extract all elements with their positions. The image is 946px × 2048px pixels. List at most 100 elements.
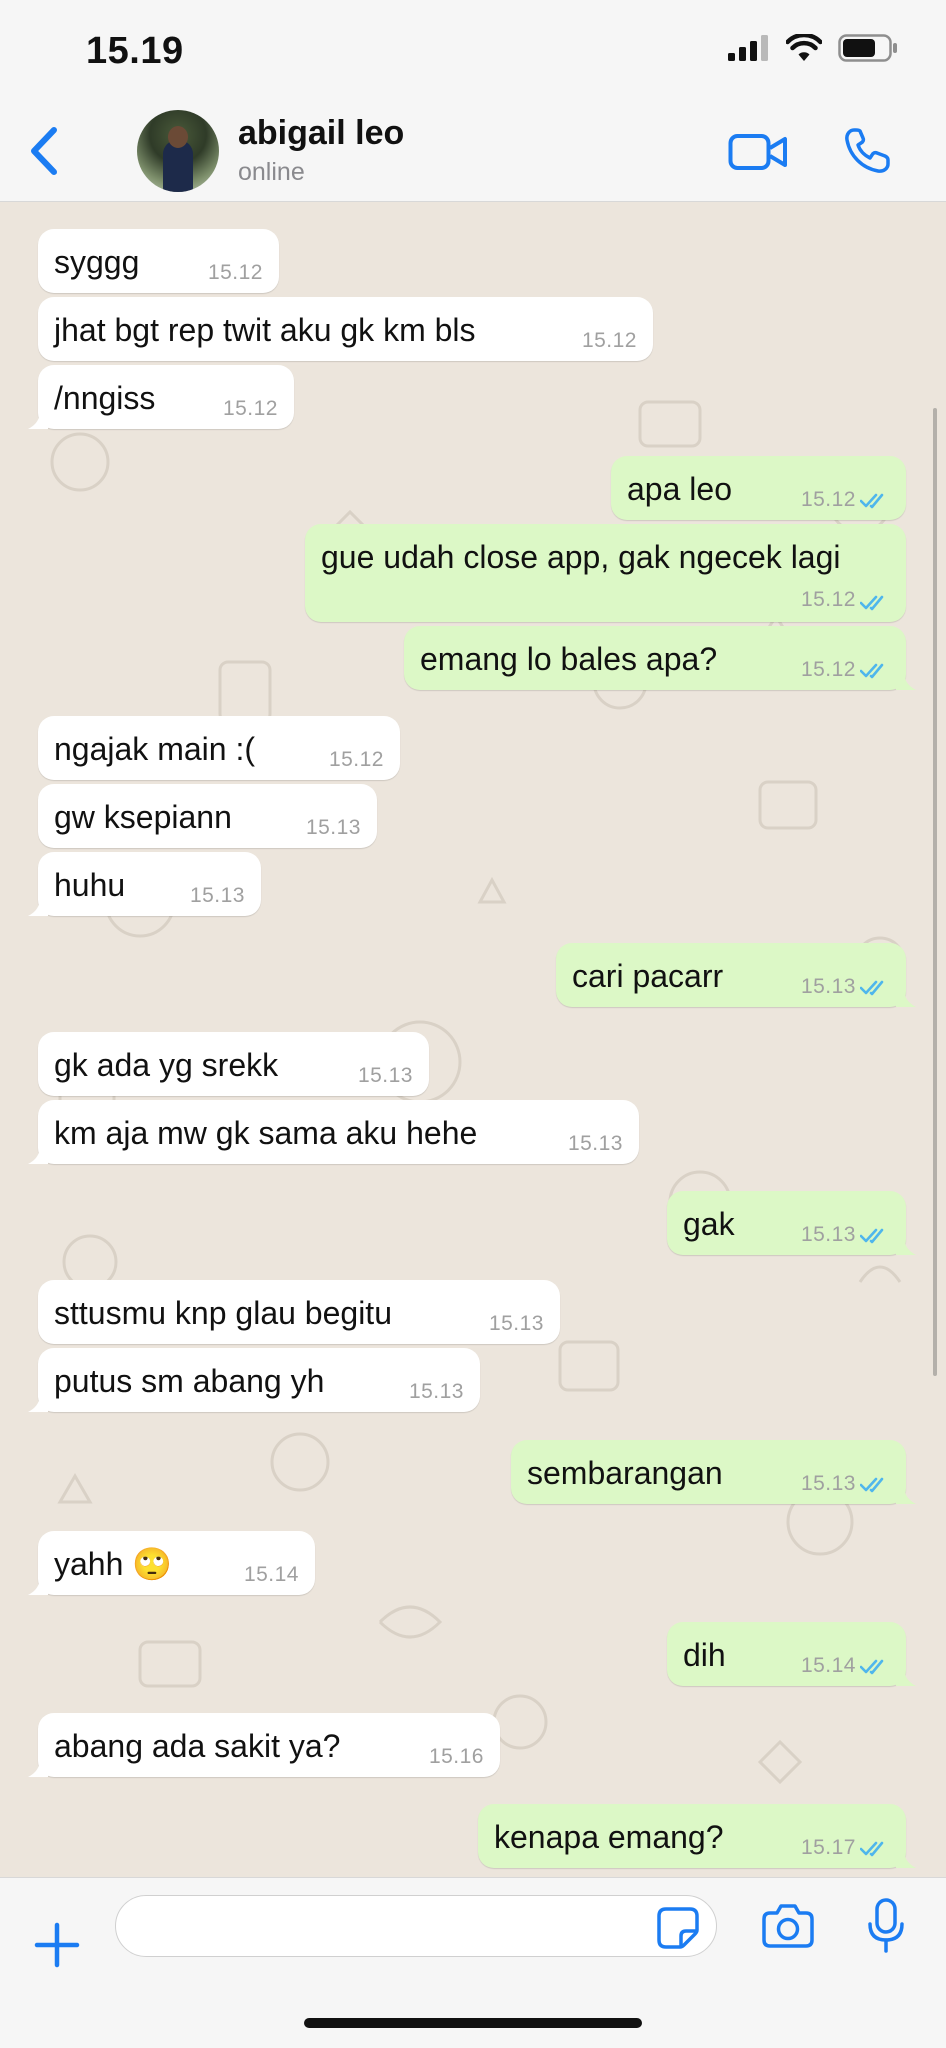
bubble-tail bbox=[896, 1237, 916, 1255]
message-outgoing[interactable]: emang lo bales apa? 15.12 bbox=[404, 626, 916, 690]
sticker-icon[interactable] bbox=[656, 1906, 700, 1950]
status-time: 15.19 bbox=[86, 30, 184, 72]
chat-area[interactable]: syggg 15.12 jhat bgt rep twit aku gk km … bbox=[0, 202, 946, 1877]
message-time: 15.14 bbox=[243, 1562, 299, 1586]
avatar[interactable] bbox=[137, 110, 219, 192]
bubble-tail bbox=[28, 898, 48, 916]
read-receipt-icon bbox=[860, 663, 884, 679]
message-time: 15.14 bbox=[800, 1653, 856, 1677]
bubble-tail bbox=[896, 1486, 916, 1504]
message-time: 15.12 bbox=[328, 747, 384, 771]
battery-icon bbox=[838, 34, 897, 62]
message-time: 15.13 bbox=[800, 1222, 856, 1246]
message-incoming[interactable]: ngajak main :( 15.12 bbox=[38, 716, 400, 780]
message-text: yahh 🙄 bbox=[54, 1546, 173, 1582]
message-time: 15.13 bbox=[800, 974, 856, 998]
chat-scrollbar[interactable] bbox=[933, 408, 937, 1376]
message-incoming[interactable]: yahh 🙄 15.14 bbox=[28, 1531, 315, 1595]
chevron-left-icon[interactable] bbox=[24, 124, 64, 178]
message-incoming[interactable]: /nngiss 15.12 bbox=[28, 365, 294, 429]
message-time: 15.17 bbox=[800, 1835, 856, 1859]
status-icons bbox=[728, 34, 898, 62]
plus-icon[interactable] bbox=[34, 1922, 80, 1968]
message-text: dih bbox=[683, 1637, 726, 1673]
bubble-tail bbox=[28, 1759, 48, 1777]
bubble-tail bbox=[896, 1668, 916, 1686]
bubble-tail bbox=[28, 1146, 48, 1164]
home-indicator[interactable] bbox=[304, 2018, 642, 2028]
message-text: /nngiss bbox=[54, 380, 156, 416]
message-text: huhu bbox=[54, 867, 126, 903]
message-text: putus sm abang yh bbox=[54, 1363, 325, 1399]
message-text: abang ada sakit ya? bbox=[54, 1728, 341, 1764]
message-incoming[interactable]: syggg 15.12 bbox=[38, 229, 279, 293]
message-time: 15.12 bbox=[800, 657, 856, 681]
message-time: 15.12 bbox=[800, 587, 856, 611]
bubble-tail bbox=[28, 1394, 48, 1412]
message-outgoing[interactable]: cari pacarr 15.13 bbox=[556, 943, 916, 1007]
message-text: gw ksepiann bbox=[54, 799, 232, 835]
message-text: ngajak main :( bbox=[54, 731, 255, 767]
microphone-icon[interactable] bbox=[866, 1898, 906, 1954]
message-text: sttusmu knp glau begitu bbox=[54, 1295, 392, 1331]
message-time: 15.13 bbox=[488, 1311, 544, 1335]
phone-icon[interactable] bbox=[842, 126, 892, 176]
message-text: km aja mw gk sama aku hehe bbox=[54, 1115, 478, 1151]
message-input[interactable] bbox=[115, 1895, 717, 1957]
message-incoming[interactable]: abang ada sakit ya? 15.16 bbox=[28, 1713, 500, 1777]
message-outgoing[interactable]: sembarangan 15.13 bbox=[511, 1440, 916, 1504]
message-input-bar bbox=[0, 1877, 946, 2048]
message-time: 15.12 bbox=[800, 487, 856, 511]
read-receipt-icon bbox=[860, 1228, 884, 1244]
message-time: 15.13 bbox=[305, 815, 361, 839]
read-receipt-icon bbox=[860, 493, 884, 509]
wifi-icon bbox=[786, 34, 822, 61]
message-text: kenapa emang? bbox=[494, 1819, 724, 1855]
avatar-head bbox=[168, 126, 188, 148]
read-receipt-icon bbox=[860, 1659, 884, 1675]
read-receipt-icon bbox=[860, 595, 884, 611]
read-receipt-icon bbox=[860, 1841, 884, 1857]
message-outgoing[interactable]: gak 15.13 bbox=[667, 1191, 916, 1255]
message-incoming[interactable]: gk ada yg srekk 15.13 bbox=[38, 1032, 429, 1096]
message-incoming[interactable]: gw ksepiann 15.13 bbox=[38, 784, 377, 848]
message-time: 15.13 bbox=[357, 1063, 413, 1087]
message-outgoing[interactable]: dih 15.14 bbox=[667, 1622, 916, 1686]
camera-icon[interactable] bbox=[762, 1902, 814, 1948]
message-time: 15.16 bbox=[428, 1744, 484, 1768]
cellular-signal-icon bbox=[728, 35, 768, 61]
message-text: syggg bbox=[54, 244, 140, 280]
message-outgoing[interactable]: gue udah close app, gak ngecek lagi 15.1… bbox=[305, 524, 906, 622]
video-camera-icon[interactable] bbox=[728, 132, 788, 172]
bubble-tail bbox=[28, 411, 48, 429]
message-text: emang lo bales apa? bbox=[420, 641, 718, 677]
message-incoming[interactable]: huhu 15.13 bbox=[28, 852, 261, 916]
message-incoming[interactable]: putus sm abang yh 15.13 bbox=[28, 1348, 480, 1412]
message-incoming[interactable]: jhat bgt rep twit aku gk km bls 15.12 bbox=[38, 297, 653, 361]
message-text: gk ada yg srekk bbox=[54, 1047, 279, 1083]
message-text: cari pacarr bbox=[572, 958, 724, 994]
message-time: 15.13 bbox=[567, 1131, 623, 1155]
message-time: 15.12 bbox=[581, 328, 637, 352]
message-time: 15.13 bbox=[408, 1379, 464, 1403]
message-text: sembarangan bbox=[527, 1455, 723, 1491]
message-incoming[interactable]: km aja mw gk sama aku hehe 15.13 bbox=[28, 1100, 639, 1164]
message-outgoing[interactable]: kenapa emang? 15.17 bbox=[478, 1804, 916, 1868]
message-text: gak bbox=[683, 1206, 735, 1242]
read-receipt-icon bbox=[860, 980, 884, 996]
message-text: jhat bgt rep twit aku gk km bls bbox=[54, 312, 476, 348]
message-time: 15.12 bbox=[207, 260, 263, 284]
status-bar: 15.19 bbox=[0, 0, 946, 100]
message-incoming[interactable]: sttusmu knp glau begitu 15.13 bbox=[38, 1280, 560, 1344]
message-time: 15.13 bbox=[189, 883, 245, 907]
contact-name[interactable]: abigail leo bbox=[238, 114, 404, 153]
bubble-tail bbox=[896, 989, 916, 1007]
read-receipt-icon bbox=[860, 1477, 884, 1493]
bubble-tail bbox=[28, 1577, 48, 1595]
bubble-tail bbox=[896, 1850, 916, 1868]
message-text: gue udah close app, gak ngecek lagi bbox=[321, 539, 841, 575]
message-outgoing[interactable]: apa leo 15.12 bbox=[611, 456, 906, 520]
message-time: 15.13 bbox=[800, 1471, 856, 1495]
bubble-tail bbox=[896, 672, 916, 690]
contact-status: online bbox=[238, 158, 305, 186]
